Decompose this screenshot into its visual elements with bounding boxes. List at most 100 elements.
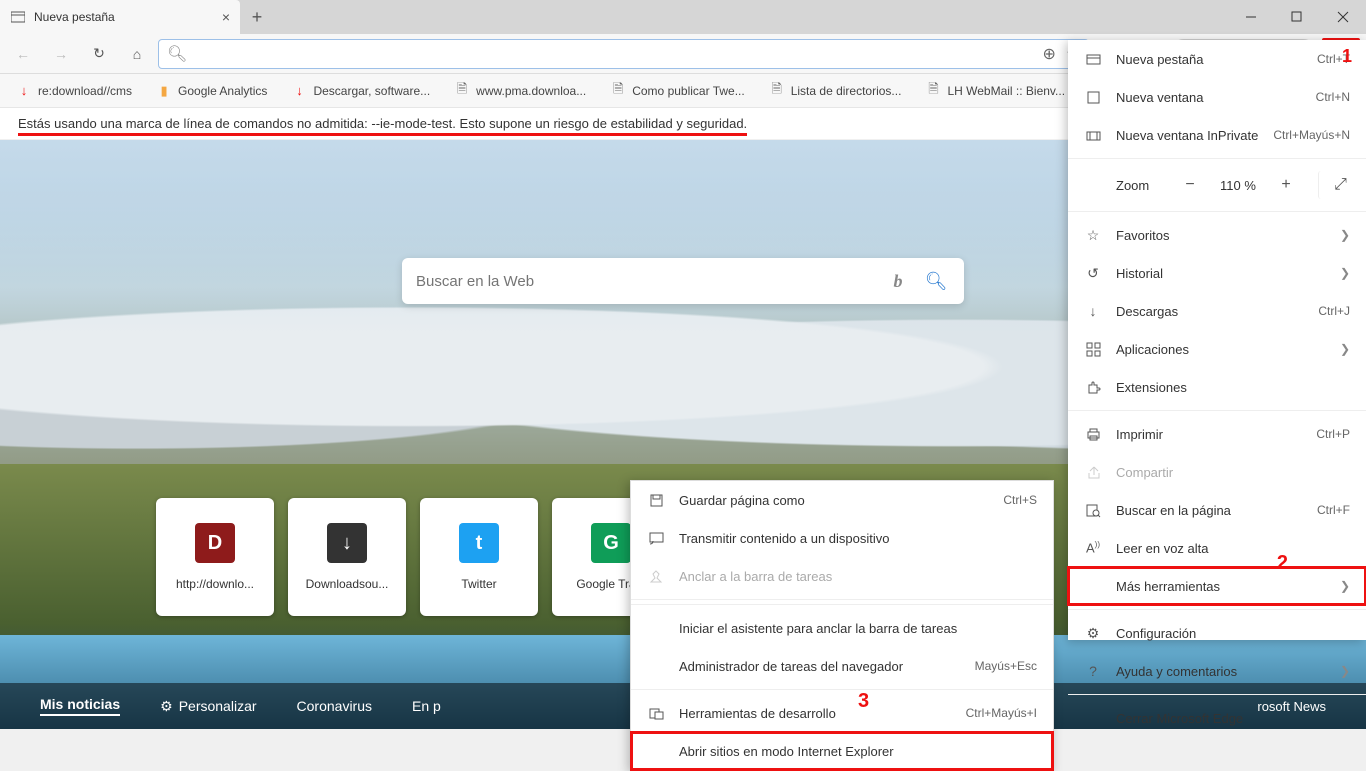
menu-item-icon (1084, 128, 1102, 143)
menu-item[interactable]: ⚙Configuración (1068, 614, 1366, 652)
bookmark-item[interactable]: ↓re:download//cms (16, 83, 132, 99)
tile-icon: G (591, 523, 631, 563)
refresh-button[interactable]: ↻ (82, 38, 116, 70)
menu-item-icon (1084, 342, 1102, 357)
zoom-in-button[interactable]: + (1270, 171, 1302, 199)
news-tab[interactable]: Coronavirus (297, 698, 372, 714)
menu-item-label: Abrir sitios en modo Internet Explorer (679, 744, 1023, 759)
tab-favicon (10, 9, 26, 25)
bookmark-label: LH WebMail :: Bienv... (947, 84, 1065, 98)
bookmark-item[interactable]: ▮ Google Analytics (156, 83, 267, 99)
bookmark-item[interactable]: 🗎www.pma.downloa... (454, 83, 586, 99)
address-bar[interactable]: 🔍︎ ⊕ ☆ (158, 39, 1089, 69)
menu-item-label: Herramientas de desarrollo (679, 706, 952, 721)
menu-item-label: Leer en voz alta (1116, 541, 1350, 556)
quick-link-tile[interactable]: tTwitter (420, 498, 538, 616)
menu-item-label: Nueva pestaña (1116, 52, 1303, 67)
minimize-button[interactable] (1228, 0, 1274, 34)
menu-item[interactable]: Nueva ventana InPrivateCtrl+Mayús+N (1068, 116, 1366, 154)
search-submit-button[interactable]: 🔍︎ (922, 267, 950, 295)
warning-text: Estás usando una marca de línea de coman… (18, 116, 747, 136)
menu-item[interactable]: ?Ayuda y comentarios❯ (1068, 652, 1366, 690)
bookmark-icon: ▮ (156, 83, 172, 99)
menu-item-label: Ayuda y comentarios (1116, 664, 1326, 679)
back-button[interactable]: ← (6, 38, 40, 70)
maximize-button[interactable] (1274, 0, 1320, 34)
bookmark-label: Google Analytics (178, 84, 267, 98)
titlebar: Nueva pestaña × + (0, 0, 1366, 34)
window-controls (1228, 0, 1366, 34)
bookmark-item[interactable]: ↓Descargar, software... (291, 83, 430, 99)
menu-item[interactable]: ↺Historial❯ (1068, 254, 1366, 292)
fullscreen-button[interactable]: ⤢ (1318, 171, 1350, 199)
tab-close-icon[interactable]: × (222, 9, 230, 25)
submenu-item[interactable]: Transmitir contenido a un dispositivo (631, 519, 1053, 557)
menu-item-icon: ↺ (1084, 265, 1102, 282)
bookmark-icon: ↓ (291, 83, 307, 99)
menu-item-icon (1084, 52, 1102, 67)
web-search-input[interactable] (416, 273, 874, 290)
news-tab[interactable]: Mis noticias (40, 696, 120, 716)
menu-item-label: Nueva ventana (1116, 90, 1302, 105)
menu-item[interactable]: Más herramientas❯ (1068, 567, 1366, 605)
forward-button[interactable]: → (44, 38, 78, 70)
menu-item[interactable]: ↓DescargasCtrl+J (1068, 292, 1366, 330)
new-tab-button[interactable]: + (240, 0, 274, 34)
zoom-label: Zoom (1084, 178, 1166, 193)
bookmark-label: Lista de directorios... (791, 84, 902, 98)
menu-item[interactable]: Cerrar Microsoft Edge (1068, 699, 1366, 737)
menu-item-label: Anclar a la barra de tareas (679, 569, 1023, 584)
chevron-right-icon: ❯ (1340, 228, 1350, 242)
menu-item-label: Configuración (1116, 626, 1350, 641)
tile-label: Downloadsou... (288, 577, 406, 591)
menu-item[interactable]: Aplicaciones❯ (1068, 330, 1366, 368)
news-tab[interactable]: ⚙ Personalizar (160, 698, 256, 715)
menu-item[interactable]: Extensiones (1068, 368, 1366, 406)
zoom-row: Zoom−110 %+⤢ (1068, 163, 1366, 207)
submenu-item[interactable]: Administrador de tareas del navegadorMay… (631, 647, 1053, 685)
menu-item[interactable]: A)) Leer en voz alta (1068, 529, 1366, 567)
menu-item-shortcut: Ctrl+Mayús+I (966, 706, 1037, 720)
menu-item-label: Imprimir (1116, 427, 1302, 442)
menu-item-label: Descargas (1116, 304, 1304, 319)
menu-item[interactable]: Nueva pestañaCtrl+T (1068, 40, 1366, 78)
quick-links-tiles: Dhttp://downlo...↓Downloadsou...tTwitter… (156, 498, 670, 616)
bookmark-item[interactable]: 🗎Lista de directorios... (769, 83, 902, 99)
menu-item[interactable]: Buscar en la páginaCtrl+F (1068, 491, 1366, 529)
close-window-button[interactable] (1320, 0, 1366, 34)
submenu-item[interactable]: Herramientas de desarrollo Ctrl+Mayús+I (631, 694, 1053, 732)
menu-item-shortcut: Ctrl+N (1316, 90, 1350, 104)
menu-item-shortcut: Ctrl+J (1318, 304, 1350, 318)
menu-item-icon (647, 706, 665, 721)
zoom-indicator-icon[interactable]: ⊕ (1043, 44, 1056, 64)
browser-tab[interactable]: Nueva pestaña × (0, 0, 240, 34)
menu-item-label: Buscar en la página (1116, 503, 1303, 518)
bookmark-icon: 🗎 (610, 83, 626, 99)
tile-label: Twitter (420, 577, 538, 591)
menu-item[interactable]: Imprimir Ctrl+P (1068, 415, 1366, 453)
bookmark-item[interactable]: 🗎Como publicar Twe... (610, 83, 745, 99)
search-icon: 🔍︎ (167, 44, 187, 64)
annotation-3: 3 (858, 690, 869, 713)
bookmark-item[interactable]: 🗎LH WebMail :: Bienv... (925, 83, 1065, 99)
address-input[interactable] (195, 46, 1034, 61)
menu-item-shortcut: Ctrl+P (1316, 427, 1350, 441)
news-tab[interactable]: En p (412, 698, 441, 714)
quick-link-tile[interactable]: ↓Downloadsou... (288, 498, 406, 616)
menu-item-shortcut: Ctrl+Mayús+N (1273, 128, 1350, 142)
quick-link-tile[interactable]: Dhttp://downlo... (156, 498, 274, 616)
submenu-item[interactable]: Abrir sitios en modo Internet Explorer (631, 732, 1053, 770)
bookmark-label: www.pma.downloa... (476, 84, 586, 98)
web-search-box[interactable]: b 🔍︎ (402, 258, 964, 304)
bookmark-label: re:download//cms (38, 84, 132, 98)
menu-item-icon: A)) (1084, 540, 1102, 555)
zoom-out-button[interactable]: − (1174, 171, 1206, 199)
annotation-1: 1 (1342, 46, 1352, 67)
menu-item[interactable]: ☆Favoritos❯ (1068, 216, 1366, 254)
submenu-item[interactable]: Iniciar el asistente para anclar la barr… (631, 609, 1053, 647)
submenu-item[interactable]: Guardar página comoCtrl+S (631, 481, 1053, 519)
home-button[interactable]: ⌂ (120, 38, 154, 70)
annotation-2: 2 (1277, 552, 1288, 575)
menu-item[interactable]: Nueva ventana Ctrl+N (1068, 78, 1366, 116)
menu-item-label: Administrador de tareas del navegador (679, 659, 961, 674)
